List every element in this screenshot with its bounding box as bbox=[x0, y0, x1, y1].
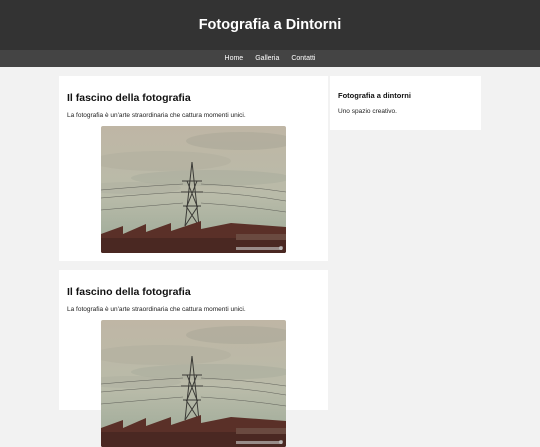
site-header: Fotografia a Dintorni bbox=[0, 0, 540, 50]
sidebar: Fotografia a dintorni Uno spazio creativ… bbox=[330, 76, 481, 130]
sidebar-title: Fotografia a dintorni bbox=[338, 91, 411, 100]
site-title: Fotografia a Dintorni bbox=[198, 17, 342, 33]
post-card: Il fascino della fotografia La fotografi… bbox=[59, 270, 328, 410]
sidebar-text: Uno spazio creativo. bbox=[338, 108, 397, 115]
post-photo bbox=[101, 320, 286, 447]
post-photo bbox=[101, 126, 286, 253]
main-nav: Home Galleria Contatti bbox=[0, 50, 540, 67]
post-text: La fotografia è un'arte straordinaria ch… bbox=[67, 112, 246, 119]
nav-link-galleria[interactable]: Galleria bbox=[255, 55, 279, 62]
post-title: Il fascino della fotografia bbox=[67, 286, 191, 298]
post-title: Il fascino della fotografia bbox=[67, 92, 191, 104]
nav-link-home[interactable]: Home bbox=[225, 55, 244, 62]
nav-link-contatti[interactable]: Contatti bbox=[291, 55, 315, 62]
post-card: Il fascino della fotografia La fotografi… bbox=[59, 76, 328, 261]
post-text: La fotografia è un'arte straordinaria ch… bbox=[67, 306, 246, 313]
